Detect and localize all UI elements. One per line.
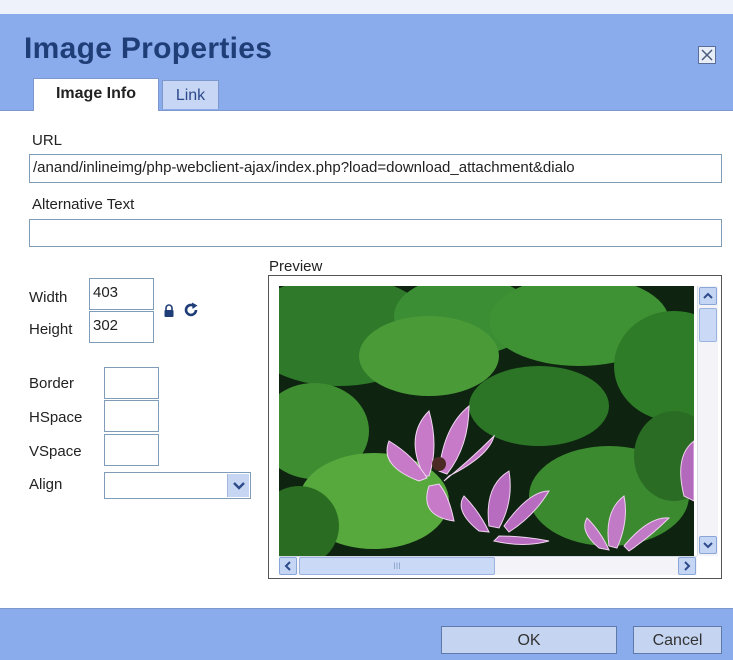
scroll-down-icon[interactable] bbox=[699, 536, 717, 554]
preview-pane[interactable]: III bbox=[268, 275, 722, 579]
tab-link[interactable]: Link bbox=[162, 80, 219, 109]
window-top-strip bbox=[0, 0, 733, 14]
image-properties-dialog: Image Properties Image Info Link URL /an… bbox=[0, 0, 733, 660]
alt-text-label: Alternative Text bbox=[32, 196, 135, 213]
border-input[interactable] bbox=[104, 367, 159, 399]
border-label: Border bbox=[29, 375, 75, 392]
refresh-icon[interactable] bbox=[182, 301, 200, 324]
align-select[interactable] bbox=[104, 472, 251, 499]
scroll-up-icon[interactable] bbox=[699, 287, 717, 305]
url-label: URL bbox=[32, 132, 63, 149]
hspace-input[interactable] bbox=[104, 400, 159, 432]
vspace-label: VSpace bbox=[29, 443, 82, 460]
ok-button[interactable]: OK bbox=[441, 626, 617, 654]
dialog-footer: OK Cancel bbox=[0, 608, 733, 660]
vertical-scrollbar[interactable] bbox=[697, 286, 718, 556]
vspace-input[interactable] bbox=[104, 434, 159, 466]
horizontal-scroll-thumb[interactable]: III bbox=[299, 557, 495, 575]
dialog-title: Image Properties bbox=[24, 32, 273, 65]
width-label: Width bbox=[29, 289, 68, 306]
hspace-label: HSpace bbox=[29, 409, 83, 426]
tab-image-info[interactable]: Image Info bbox=[33, 78, 159, 111]
url-input[interactable]: /anand/inlineimg/php-webclient-ajax/inde… bbox=[29, 154, 722, 183]
vertical-scroll-thumb[interactable] bbox=[699, 308, 717, 342]
cancel-button[interactable]: Cancel bbox=[633, 626, 722, 654]
scroll-left-icon[interactable] bbox=[279, 557, 297, 575]
close-icon[interactable] bbox=[698, 46, 716, 64]
alt-text-input[interactable] bbox=[29, 219, 722, 247]
width-input[interactable]: 403 bbox=[89, 278, 154, 310]
scroll-right-icon[interactable] bbox=[678, 557, 696, 575]
lock-icon[interactable] bbox=[163, 304, 175, 323]
preview-label: Preview bbox=[269, 258, 323, 275]
preview-image bbox=[279, 286, 694, 556]
align-label: Align bbox=[29, 476, 63, 493]
height-label: Height bbox=[29, 321, 73, 338]
chevron-down-icon[interactable] bbox=[227, 474, 249, 497]
height-input[interactable]: 302 bbox=[89, 311, 154, 343]
horizontal-scrollbar[interactable]: III bbox=[279, 556, 697, 575]
